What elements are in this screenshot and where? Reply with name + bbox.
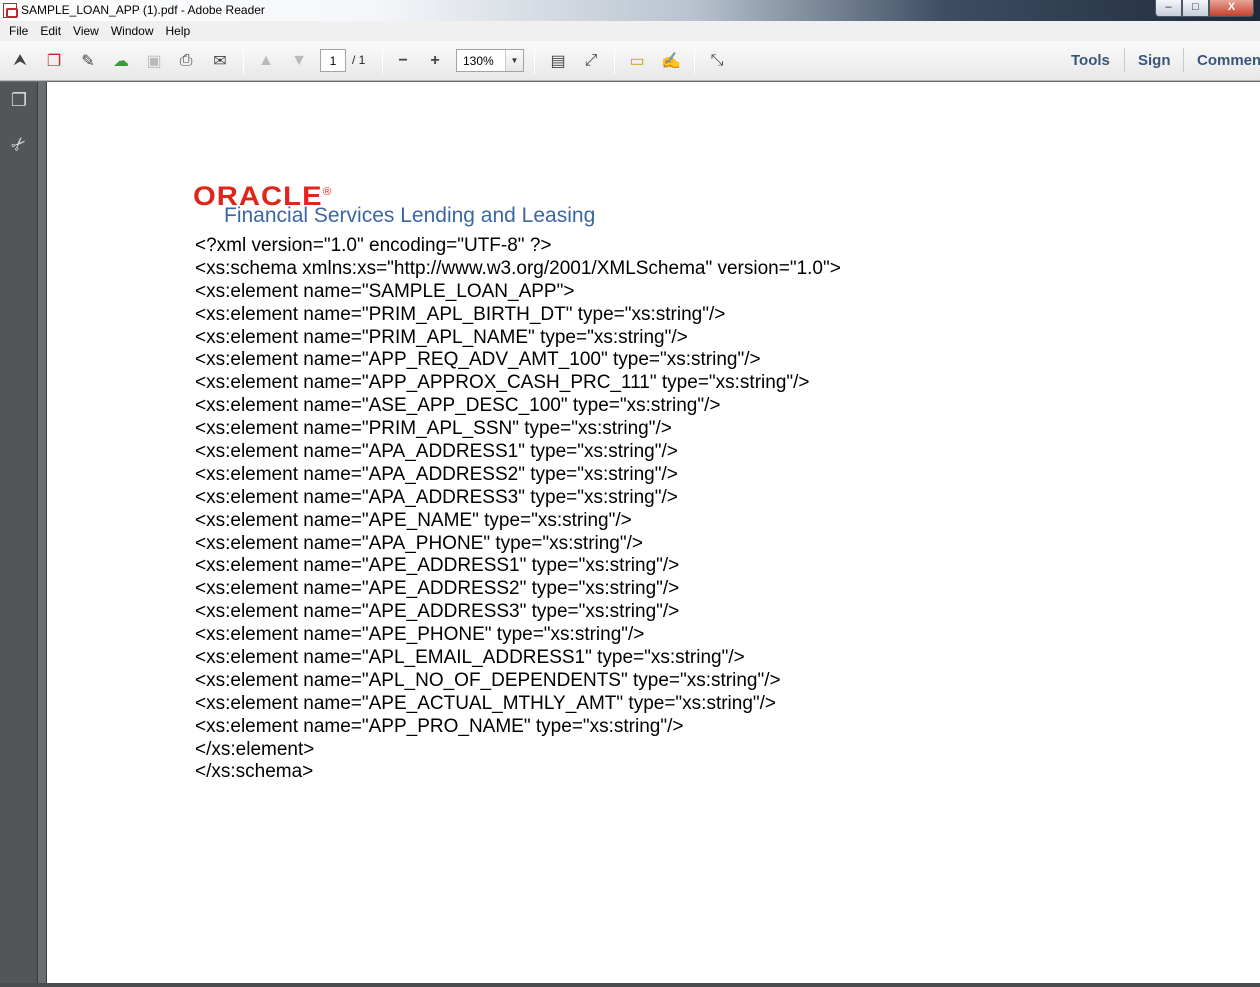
xml-line: <xs:element name="SAMPLE_LOAN_APP">	[195, 280, 575, 302]
xml-line: <xs:element name="APE_ACTUAL_MTHLY_AMT" …	[195, 692, 777, 714]
toolbar-separator	[534, 48, 535, 74]
print-icon[interactable]: ⎙	[175, 50, 197, 72]
comment-icon[interactable]: ▭	[626, 50, 648, 72]
xml-line: <xs:element name="PRIM_APL_NAME" type="x…	[195, 326, 688, 348]
zoom-out-icon[interactable]: −	[392, 50, 414, 72]
xml-line: <xs:element name="APA_ADDRESS2" type="xs…	[195, 463, 678, 485]
xml-line: <xs:element name="APP_REQ_ADV_AMT_100" t…	[195, 349, 761, 371]
zoom-select[interactable]: 130% ▼	[456, 49, 524, 72]
xml-line: </xs:element>	[195, 738, 315, 760]
pages-icon[interactable]: ❐	[8, 89, 30, 111]
attachments-icon[interactable]: ✂	[3, 128, 34, 159]
xml-line: <xs:element name="APP_PRO_NAME" type="xs…	[195, 715, 684, 737]
xml-line: <xs:element name="APL_NO_OF_DEPENDENTS" …	[195, 669, 781, 691]
open-icon[interactable]: ❐	[43, 50, 65, 72]
menu-window[interactable]: Window	[105, 21, 160, 41]
fit-width-icon[interactable]: ⤢	[580, 50, 602, 72]
toolbar-separator	[243, 48, 244, 74]
sign-button[interactable]: Sign	[1138, 41, 1171, 81]
xml-line: <xs:element name="PRIM_APL_SSN" type="xs…	[195, 418, 672, 440]
menu-view[interactable]: View	[67, 21, 105, 41]
page-number-input[interactable]	[320, 49, 346, 72]
minimize-button[interactable]: –	[1155, 0, 1182, 17]
zoom-in-icon[interactable]: +	[424, 50, 446, 72]
xml-line: <xs:element name="APA_PHONE" type="xs:st…	[195, 532, 643, 554]
xml-line: </xs:schema>	[195, 761, 314, 783]
menu-bar: File Edit View Window Help	[0, 21, 1260, 41]
save-icon[interactable]: ▣	[143, 50, 165, 72]
create-pdf-icon[interactable]: ⮝	[9, 50, 31, 72]
toolbar-separator	[694, 48, 695, 74]
xml-line: <xs:element name="APA_ADDRESS1" type="xs…	[195, 441, 678, 463]
window-title: SAMPLE_LOAN_APP (1).pdf - Adobe Reader	[21, 3, 265, 17]
chevron-down-icon[interactable]: ▼	[505, 50, 523, 71]
tools-button[interactable]: Tools	[1071, 41, 1110, 81]
xml-line: <xs:element name="ASE_APP_DESC_100" type…	[195, 395, 721, 417]
xml-line: <?xml version="1.0" encoding="UTF-8" ?>	[195, 235, 552, 256]
xml-line: <xs:element name="APE_ADDRESS1" type="xs…	[195, 555, 680, 577]
highlight-icon[interactable]: ✍	[660, 50, 682, 72]
adobe-pdf-icon	[3, 3, 18, 18]
xml-line: <xs:element name="PRIM_APL_BIRTH_DT" typ…	[195, 303, 726, 325]
menu-edit[interactable]: Edit	[34, 21, 67, 41]
close-button[interactable]: X	[1209, 0, 1254, 17]
next-page-icon[interactable]: ▼	[288, 50, 310, 72]
comment-button[interactable]: Commen	[1197, 41, 1260, 81]
toolbar-separator	[382, 48, 383, 74]
page-total: / 1	[352, 53, 366, 67]
xml-line: <xs:schema xmlns:xs="http://www.w3.org/2…	[195, 257, 841, 279]
upload-icon[interactable]: ☁	[110, 50, 132, 72]
menu-file[interactable]: File	[3, 21, 34, 41]
email-icon[interactable]: ✉	[209, 50, 231, 72]
xml-line: <xs:element name="APP_APPROX_CASH_PRC_11…	[195, 372, 810, 394]
xml-line: <xs:element name="APL_EMAIL_ADDRESS1" ty…	[195, 647, 745, 669]
toolbar-separator	[1124, 48, 1125, 72]
xml-line: <xs:element name="APE_ADDRESS3" type="xs…	[195, 601, 680, 623]
toolbar-separator	[1183, 48, 1184, 72]
xml-line: <xs:element name="APA_ADDRESS3" type="xs…	[195, 486, 678, 508]
window-controls: – □ X	[1155, 0, 1254, 18]
navigation-pane: ❐ ✂	[0, 82, 38, 987]
edit-icon[interactable]: ✎	[77, 50, 99, 72]
menu-help[interactable]: Help	[160, 21, 197, 41]
xml-line: <xs:element name="APE_ADDRESS2" type="xs…	[195, 578, 680, 600]
xml-line: <xs:element name="APE_PHONE" type="xs:st…	[195, 624, 645, 646]
toolbar-separator	[614, 48, 615, 74]
logo-subtitle: Financial Services Lending and Leasing	[224, 204, 596, 227]
xml-content: <?xml version="1.0" encoding="UTF-8" ?> …	[195, 235, 841, 784]
fullscreen-icon[interactable]: ⤡	[706, 50, 728, 72]
xml-line: <xs:element name="APE_NAME" type="xs:str…	[195, 509, 632, 531]
zoom-value: 130%	[463, 54, 494, 68]
previous-page-icon[interactable]: ▲	[255, 50, 277, 72]
fit-page-icon[interactable]: ▤	[547, 50, 569, 72]
maximize-button[interactable]: □	[1182, 0, 1209, 17]
title-bar: SAMPLE_LOAN_APP (1).pdf - Adobe Reader –…	[0, 0, 1260, 21]
bottom-border	[0, 983, 1260, 987]
